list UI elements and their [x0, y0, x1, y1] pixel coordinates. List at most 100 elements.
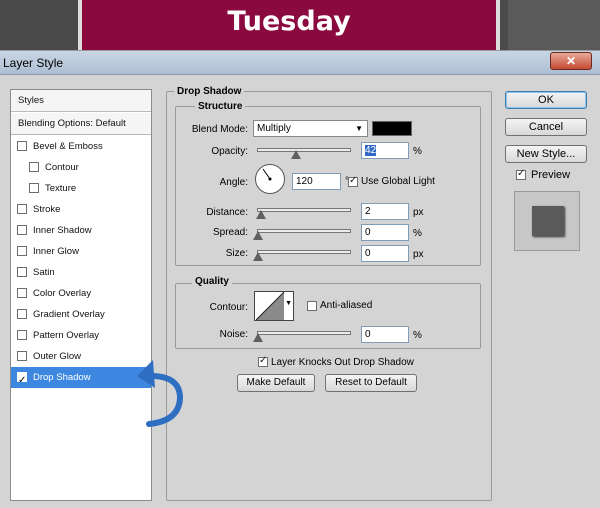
ok-button[interactable]: OK — [505, 91, 587, 109]
noise-slider[interactable] — [257, 331, 351, 335]
distance-unit: px — [413, 207, 424, 218]
size-input[interactable]: 0 — [361, 245, 409, 262]
style-checkbox[interactable] — [17, 370, 27, 391]
style-item-label: Contour — [45, 162, 79, 173]
style-checkbox[interactable] — [17, 288, 27, 298]
style-checkbox[interactable] — [29, 162, 39, 172]
distance-label: Distance: — [206, 207, 248, 218]
style-item-drop-shadow[interactable]: Drop Shadow — [11, 367, 151, 391]
noise-input[interactable]: 0 — [361, 326, 409, 343]
knockout-checkbox[interactable] — [258, 355, 268, 367]
preview-thumbnail — [514, 191, 580, 251]
distance-value: 2 — [365, 206, 371, 217]
style-item-styles[interactable]: Styles — [11, 90, 151, 112]
spread-value: 0 — [365, 227, 371, 238]
reset-default-button[interactable]: Reset to Default — [325, 374, 417, 392]
shadow-color-swatch[interactable] — [372, 121, 412, 136]
close-button[interactable]: ✕ — [550, 52, 592, 70]
styles-list: Styles Blending Options: Default Bevel & E… — [10, 89, 152, 501]
style-item-outer-glow[interactable]: Outer Glow — [11, 346, 151, 367]
noise-slider-thumb[interactable] — [253, 333, 263, 342]
preview-checkbox[interactable] — [516, 168, 526, 180]
noise-label: Noise: — [219, 329, 248, 340]
size-value: 0 — [365, 248, 371, 259]
opacity-input[interactable]: 42 — [361, 142, 409, 159]
angle-value: 120 — [296, 176, 313, 187]
anti-aliased-checkbox[interactable] — [307, 301, 317, 311]
canvas-backdrop — [508, 0, 600, 50]
style-checkbox[interactable] — [17, 225, 27, 235]
use-global-light-checkbox[interactable] — [348, 175, 358, 187]
size-slider-thumb[interactable] — [253, 252, 263, 261]
size-label: Size: — [225, 248, 248, 259]
style-item-texture[interactable]: Texture — [11, 178, 151, 199]
style-item-stroke[interactable]: Stroke — [11, 199, 151, 220]
make-default-button[interactable]: Make Default — [237, 374, 315, 392]
knockout-label: Layer Knocks Out Drop Shadow — [271, 357, 414, 368]
style-checkbox[interactable] — [29, 183, 39, 193]
distance-slider[interactable] — [257, 208, 351, 212]
contour-linear-icon — [256, 292, 285, 320]
blend-mode-select[interactable]: Multiply ▼ — [253, 120, 368, 137]
contour-label: Contour: — [209, 302, 248, 313]
size-slider[interactable] — [257, 250, 351, 254]
distance-slider-thumb[interactable] — [256, 210, 266, 219]
structure-title: Structure — [195, 101, 246, 112]
layer-style-dialog: Layer Style ✕ Styles Blending Options: De… — [0, 50, 600, 508]
opacity-slider-thumb[interactable] — [291, 150, 302, 159]
drop-shadow-title: Drop Shadow — [174, 86, 245, 97]
style-item-color-overlay[interactable]: Color Overlay — [11, 283, 151, 304]
style-item-label: Satin — [33, 267, 55, 278]
banner-text: Tuesday — [227, 6, 351, 37]
style-item-label: Stroke — [33, 204, 61, 215]
style-checkbox[interactable] — [17, 351, 27, 361]
style-item-bevel-emboss[interactable]: Bevel & Emboss — [11, 136, 151, 157]
opacity-label: Opacity: — [211, 146, 248, 157]
style-item-label: Outer Glow — [33, 351, 82, 362]
spread-unit: % — [413, 228, 422, 239]
style-item-blending-options-default[interactable]: Blending Options: Default — [11, 113, 151, 135]
style-item-label: Drop Shadow — [33, 372, 91, 383]
opacity-value: 42 — [365, 145, 377, 156]
opacity-unit: % — [413, 146, 422, 157]
style-item-label: Texture — [45, 183, 77, 194]
blend-mode-label: Blend Mode: — [191, 124, 248, 135]
style-item-gradient-overlay[interactable]: Gradient Overlay — [11, 304, 151, 325]
angle-dial[interactable] — [255, 164, 285, 194]
style-item-label: Bevel & Emboss — [33, 141, 103, 152]
angle-needle-icon — [262, 168, 272, 181]
angle-input[interactable]: 120 — [292, 173, 341, 190]
contour-picker[interactable]: ▼ — [254, 291, 294, 321]
style-item-inner-shadow[interactable]: Inner Shadow — [11, 220, 151, 241]
blend-mode-value: Multiply — [257, 123, 291, 134]
preview-label: Preview — [531, 169, 571, 181]
style-item-label: Color Overlay — [33, 288, 92, 299]
style-item-label: Inner Shadow — [33, 225, 92, 236]
new-style-button[interactable]: New Style... — [505, 145, 587, 163]
spread-slider[interactable] — [257, 229, 351, 233]
style-checkbox[interactable] — [17, 141, 27, 151]
style-checkbox[interactable] — [17, 309, 27, 319]
cancel-button[interactable]: Cancel — [505, 118, 587, 136]
tuesday-banner: Tuesday — [78, 0, 500, 50]
spread-label: Spread: — [212, 227, 248, 238]
style-item-contour[interactable]: Contour — [11, 157, 151, 178]
dialog-titlebar[interactable]: Layer Style ✕ — [0, 51, 600, 75]
style-item-pattern-overlay[interactable]: Pattern Overlay — [11, 325, 151, 346]
spread-slider-thumb[interactable] — [253, 231, 263, 240]
chevron-down-icon[interactable]: ▼ — [285, 300, 292, 307]
style-checkbox[interactable] — [17, 330, 27, 340]
style-checkbox[interactable] — [17, 267, 27, 277]
style-item-label: Pattern Overlay — [33, 330, 99, 341]
curved-arrow-icon — [137, 360, 184, 427]
distance-input[interactable]: 2 — [361, 203, 409, 220]
style-item-satin[interactable]: Satin — [11, 262, 151, 283]
style-checkbox[interactable] — [17, 246, 27, 256]
spread-input[interactable]: 0 — [361, 224, 409, 241]
style-item-inner-glow[interactable]: Inner Glow — [11, 241, 151, 262]
style-checkbox[interactable] — [17, 204, 27, 214]
opacity-slider[interactable] — [257, 148, 351, 152]
style-item-label: Inner Glow — [33, 246, 79, 257]
style-item-label: Styles — [18, 95, 44, 106]
noise-unit: % — [413, 330, 422, 341]
